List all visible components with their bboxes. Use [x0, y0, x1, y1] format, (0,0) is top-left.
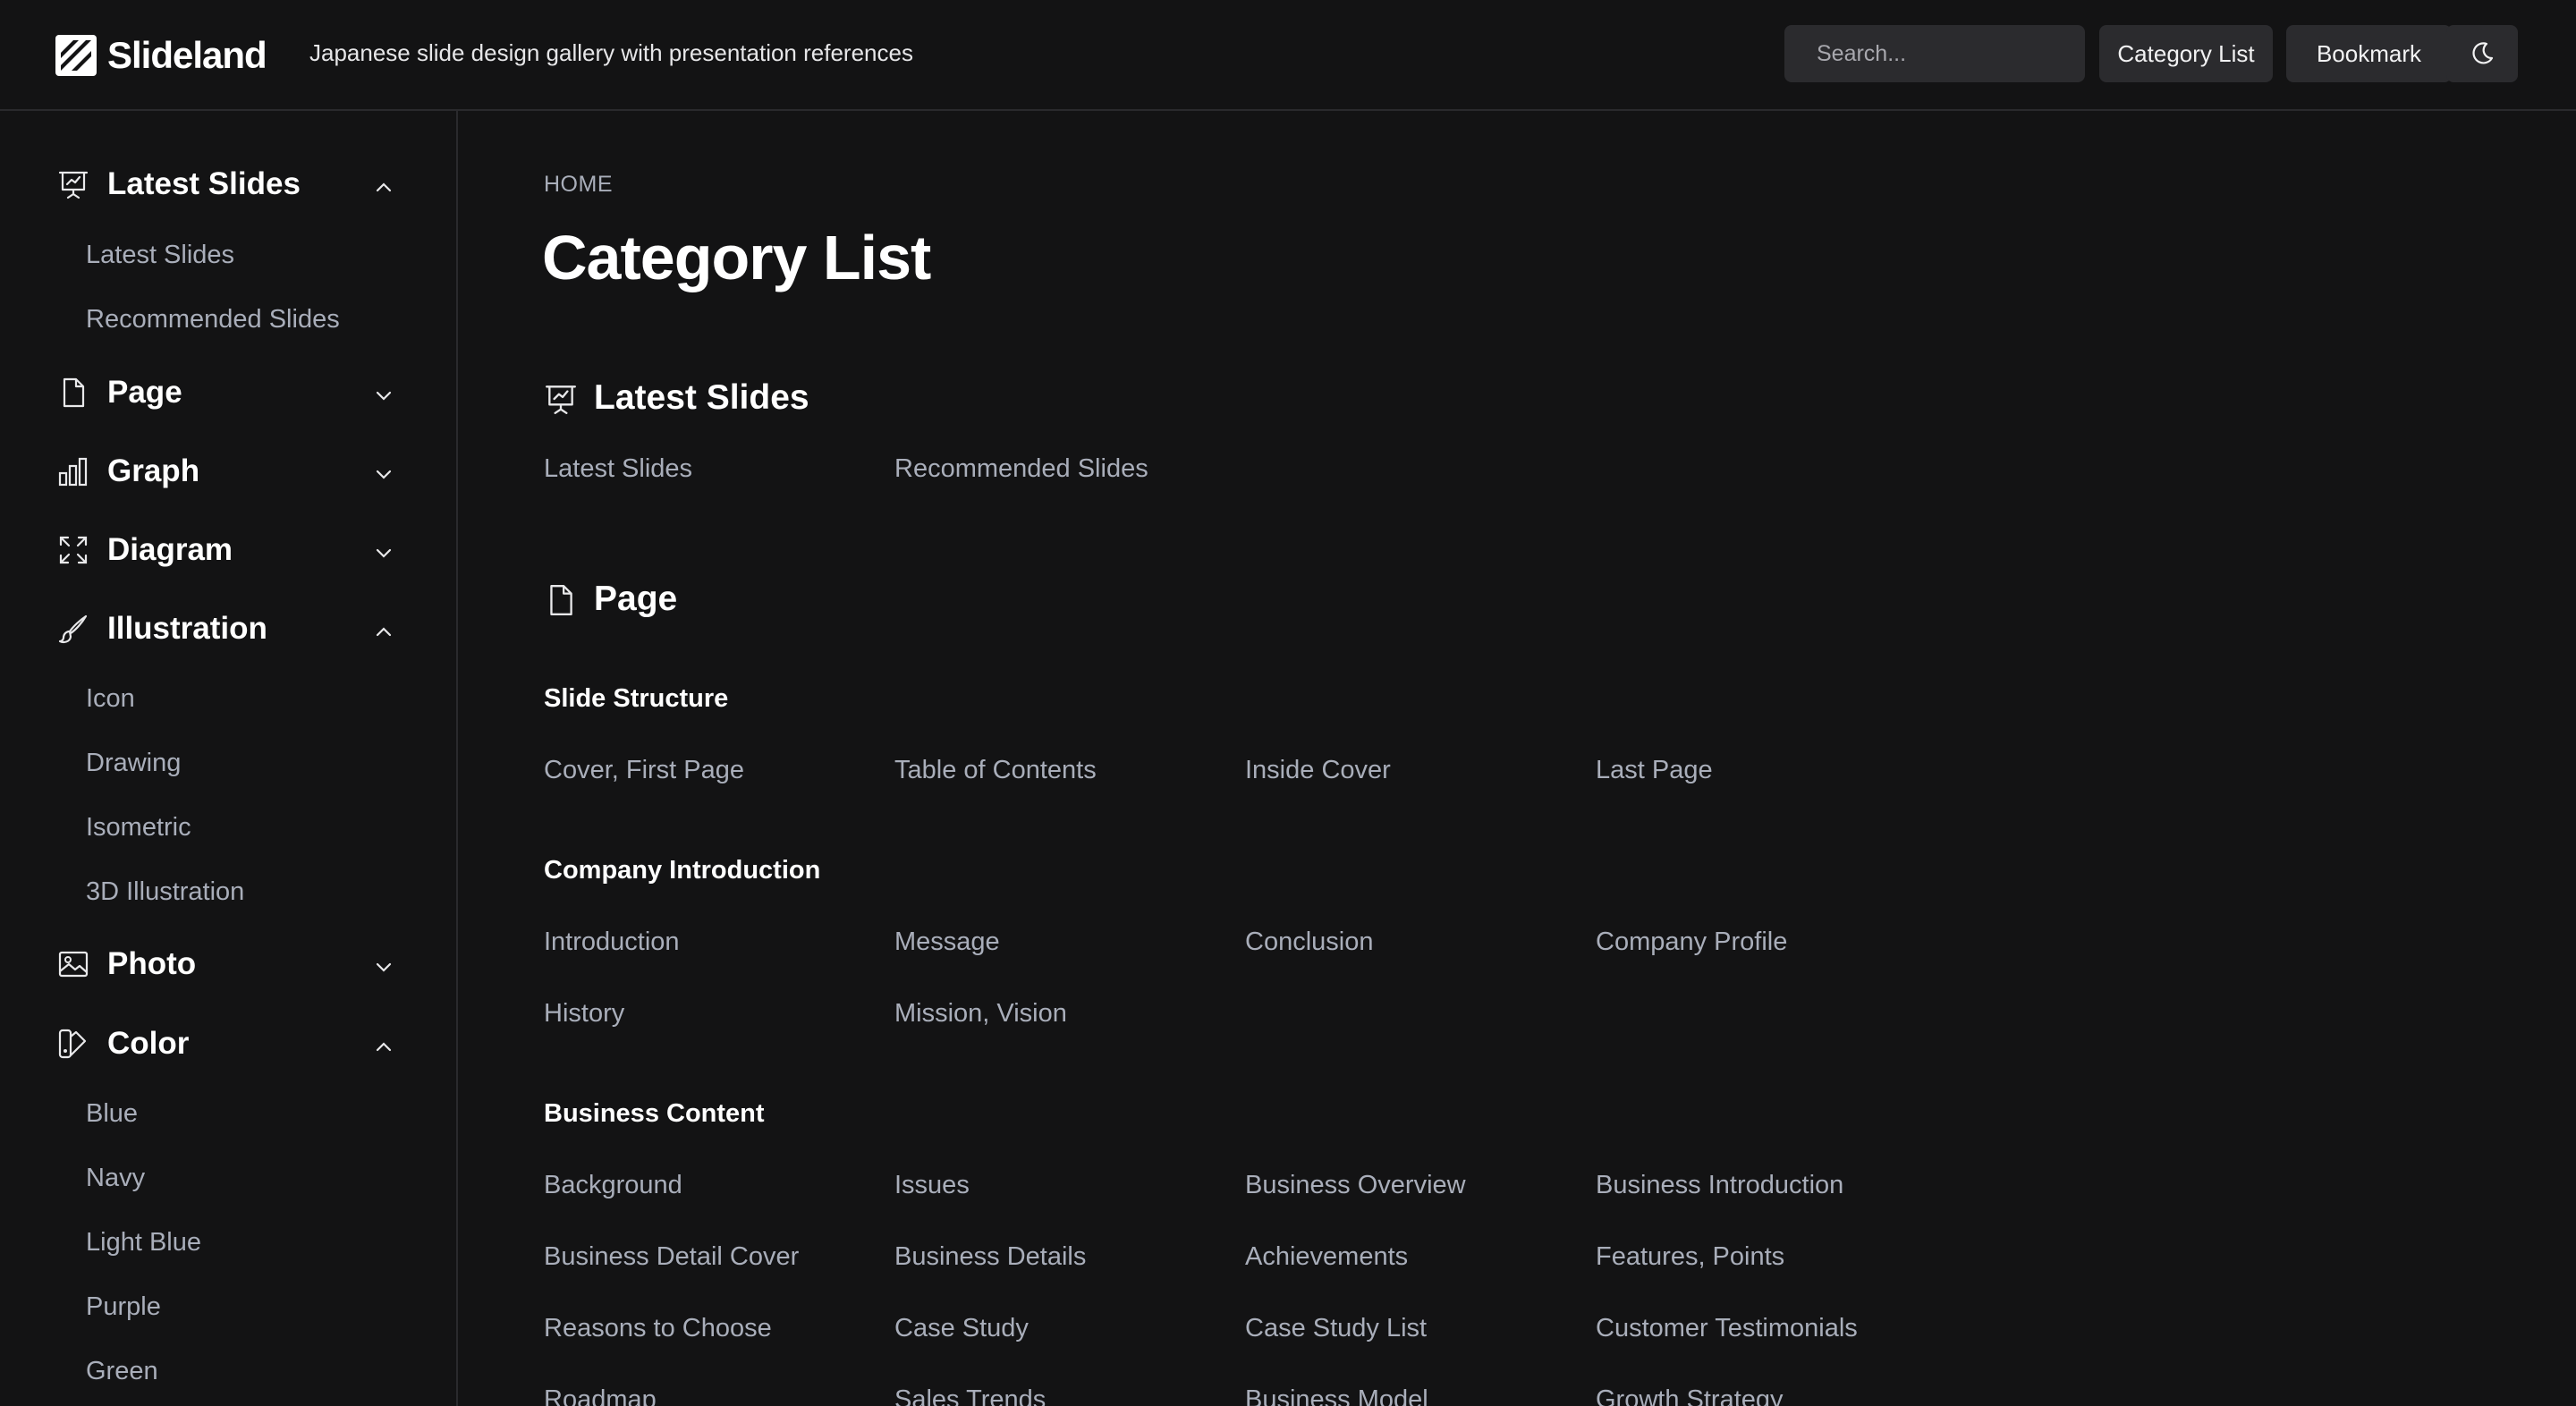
sidebar-section-color[interactable]: Color	[0, 1017, 456, 1071]
theme-toggle-button[interactable]	[2446, 25, 2518, 82]
category-link[interactable]: Achievements	[1245, 1242, 1408, 1272]
sidebar-section-label: Latest Slides	[107, 166, 301, 201]
category-link[interactable]: Business Model	[1245, 1385, 1428, 1406]
document-icon	[550, 585, 572, 615]
page-title: Category List	[542, 223, 931, 292]
category-link[interactable]: Inside Cover	[1245, 756, 1391, 785]
sidebar-section-label: Photo	[107, 946, 197, 981]
category-link[interactable]: Company Profile	[1596, 927, 1787, 957]
group-title: Slide Structure	[544, 684, 729, 713]
chevron-down-icon[interactable]	[370, 953, 397, 980]
category-link[interactable]: Reasons to Choose	[544, 1314, 772, 1343]
sidebar-section-illustration[interactable]: Illustration	[0, 602, 456, 656]
color-swatch-icon	[58, 1029, 87, 1059]
image-icon	[58, 951, 89, 978]
sidebar-item-light-blue[interactable]: Light Blue	[86, 1228, 201, 1258]
chevron-up-icon[interactable]	[370, 618, 397, 645]
sidebar-section-label: Illustration	[107, 611, 267, 646]
sidebar: Latest Slides Latest Slides Recommended …	[0, 111, 458, 1406]
bar-chart-icon	[58, 457, 88, 487]
category-link[interactable]: Last Page	[1596, 756, 1713, 785]
category-link[interactable]: Table of Contents	[894, 756, 1097, 785]
category-link[interactable]: Mission, Vision	[894, 999, 1067, 1029]
category-title: Latest Slides	[594, 378, 809, 417]
chevron-down-icon[interactable]	[370, 461, 397, 487]
sidebar-item-latest-slides[interactable]: Latest Slides	[86, 241, 234, 270]
sidebar-item-navy[interactable]: Navy	[86, 1164, 145, 1193]
category-link[interactable]: Case Study List	[1245, 1314, 1427, 1343]
category-link[interactable]: Growth Strategy	[1596, 1385, 1784, 1406]
category-link[interactable]: Message	[894, 927, 1000, 957]
category-link[interactable]: History	[544, 999, 624, 1029]
category-list-button[interactable]: Category List	[2099, 25, 2273, 82]
category-link[interactable]: Business Introduction	[1596, 1171, 1843, 1200]
site-logo[interactable]: Slideland	[55, 30, 267, 80]
category-link[interactable]: Sales Trends	[894, 1385, 1046, 1406]
main-content: HOME Category List Latest Slides Latest …	[458, 111, 2576, 1406]
sidebar-section-photo[interactable]: Photo	[0, 937, 456, 991]
category-link[interactable]: Background	[544, 1171, 682, 1200]
bookmark-button[interactable]: Bookmark	[2286, 25, 2452, 82]
category-link[interactable]: Cover, First Page	[544, 756, 744, 785]
category-link[interactable]: Business Overview	[1245, 1171, 1466, 1200]
category-link[interactable]: Case Study	[894, 1314, 1029, 1343]
category-link[interactable]: Issues	[894, 1171, 970, 1200]
moon-icon	[2472, 42, 2494, 64]
category-link[interactable]: Business Details	[894, 1242, 1086, 1272]
sidebar-item-3d-illustration[interactable]: 3D Illustration	[86, 877, 244, 907]
logo-mark-icon	[55, 35, 97, 76]
category-link[interactable]: Features, Points	[1596, 1242, 1784, 1272]
sidebar-item-icon[interactable]: Icon	[86, 684, 135, 714]
breadcrumb[interactable]: HOME	[544, 172, 613, 198]
chevron-up-icon[interactable]	[370, 1033, 397, 1060]
presentation-chart-icon	[546, 385, 576, 414]
chevron-down-icon[interactable]	[370, 539, 397, 566]
document-icon	[63, 377, 85, 408]
sidebar-item-blue[interactable]: Blue	[86, 1099, 138, 1129]
paintbrush-icon	[58, 614, 88, 644]
logo-text: Slideland	[107, 34, 267, 76]
category-link[interactable]: Introduction	[544, 927, 680, 957]
site-tagline: Japanese slide design gallery with prese…	[309, 39, 913, 66]
category-link[interactable]: Recommended Slides	[894, 454, 1148, 484]
sidebar-item-recommended-slides[interactable]: Recommended Slides	[86, 305, 340, 335]
sidebar-section-diagram[interactable]: Diagram	[0, 523, 456, 577]
expand-arrows-icon	[59, 536, 88, 564]
sidebar-item-isometric[interactable]: Isometric	[86, 813, 191, 843]
sidebar-section-label: Diagram	[107, 532, 233, 567]
category-link[interactable]: Latest Slides	[544, 454, 692, 484]
sidebar-section-label: Page	[107, 375, 182, 410]
group-title: Company Introduction	[544, 856, 821, 885]
sidebar-section-label: Graph	[107, 453, 200, 488]
sidebar-section-graph[interactable]: Graph	[0, 445, 456, 498]
sidebar-section-page[interactable]: Page	[0, 366, 456, 419]
category-link[interactable]: Conclusion	[1245, 927, 1373, 957]
search-box[interactable]	[1784, 24, 2106, 83]
category-link[interactable]: Roadmap	[544, 1385, 657, 1406]
top-header: Slideland Japanese slide design gallery …	[0, 0, 2576, 111]
sidebar-item-purple[interactable]: Purple	[86, 1292, 161, 1322]
sidebar-section-latest-slides[interactable]: Latest Slides	[0, 157, 456, 211]
category-link[interactable]: Business Detail Cover	[544, 1242, 799, 1272]
category-link[interactable]: Customer Testimonials	[1596, 1314, 1858, 1343]
presentation-chart-icon	[58, 171, 89, 199]
category-title: Page	[594, 580, 678, 618]
search-input[interactable]	[1815, 24, 2106, 83]
chevron-up-icon[interactable]	[370, 174, 397, 200]
sidebar-section-label: Color	[107, 1026, 190, 1061]
sidebar-item-drawing[interactable]: Drawing	[86, 749, 181, 778]
chevron-down-icon[interactable]	[370, 382, 397, 409]
sidebar-item-green[interactable]: Green	[86, 1357, 158, 1386]
group-title: Business Content	[544, 1099, 765, 1128]
